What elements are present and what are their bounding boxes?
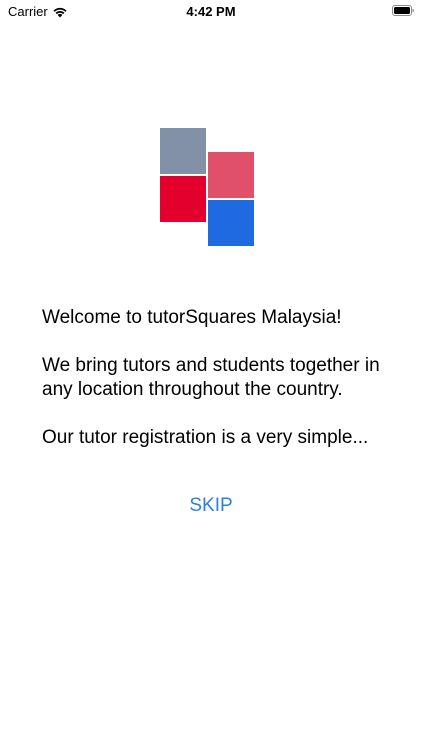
welcome-line-intro: We bring tutors and students together in… xyxy=(42,355,380,400)
battery-icon xyxy=(392,5,414,16)
logo-square-blue xyxy=(208,200,254,246)
welcome-line-registration: Our tutor registration is a very simple.… xyxy=(42,427,369,448)
status-bar: Carrier 4:42 PM xyxy=(0,0,422,24)
logo-square-red xyxy=(160,176,206,222)
onboarding-screen: Carrier 4:42 PM Welcome to tutorSquares … xyxy=(0,0,422,750)
welcome-message: Welcome to tutorSquares Malaysia! We bri… xyxy=(42,306,387,474)
logo-square-pink xyxy=(208,152,254,198)
logo-square-gray xyxy=(160,128,206,174)
tutorsquares-logo xyxy=(160,128,256,248)
status-time: 4:42 PM xyxy=(186,4,236,19)
welcome-line-title: Welcome to tutorSquares Malaysia! xyxy=(42,307,342,328)
skip-button[interactable]: SKIP xyxy=(0,495,422,517)
